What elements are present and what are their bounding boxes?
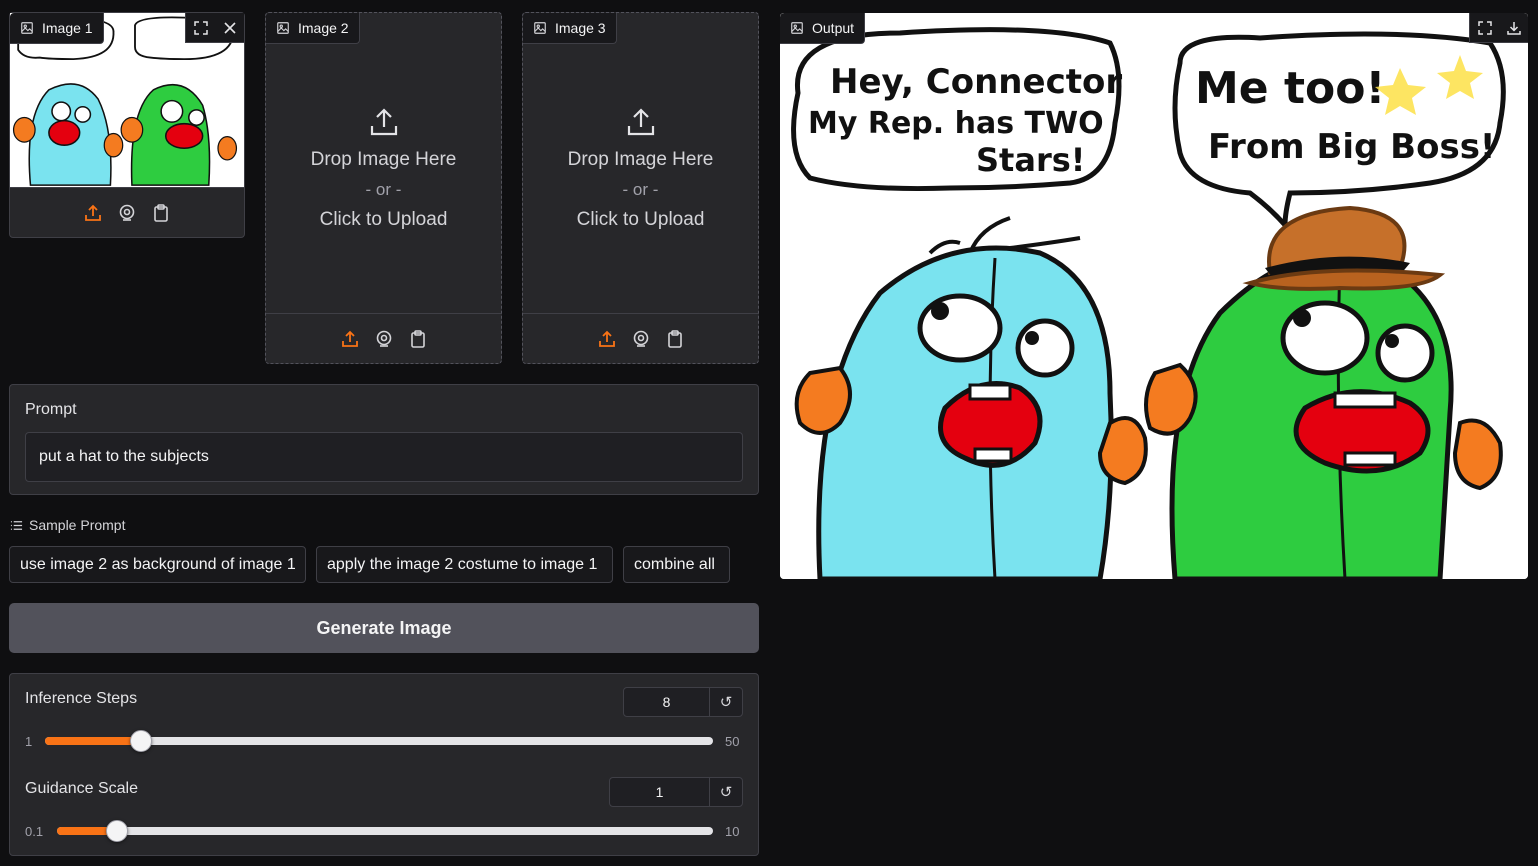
image3-source-bar [523, 313, 758, 363]
webcam-icon [376, 330, 391, 347]
image-icon [534, 22, 546, 34]
or-text: - or - [365, 180, 402, 199]
generate-image-button[interactable]: Generate Image [9, 603, 759, 653]
prompt-panel: Prompt put a hat to the subjects [9, 384, 759, 495]
image1-source-bar [10, 187, 244, 237]
inference-steps-fill [45, 737, 141, 745]
inference-steps-handle[interactable] [129, 730, 152, 752]
upload-icon [341, 330, 358, 347]
clipboard-source-button[interactable] [151, 203, 171, 223]
image-icon [277, 22, 289, 34]
image3-panel[interactable]: Image 3 Drop Image Here - or - Click to … [522, 12, 759, 364]
fullscreen-icon [193, 20, 208, 35]
output-label-tag: Output [780, 13, 866, 44]
inference-steps-min: 1 [25, 734, 33, 749]
clear-image-button[interactable] [215, 13, 244, 42]
upload-icon [598, 330, 615, 347]
drop-text: Drop Image Here [567, 149, 714, 170]
guidance-scale-number: 1 ↺ [609, 777, 743, 807]
output-tools [1469, 13, 1528, 43]
image2-panel[interactable]: Image 2 Drop Image Here - or - Click to … [265, 12, 502, 364]
left-bubble-line1: Hey, Connector [830, 62, 1122, 102]
prompt-label: Prompt [25, 401, 77, 418]
image2-label-tag: Image 2 [266, 13, 360, 44]
image1-label: Image 1 [42, 20, 93, 36]
upload-icon [370, 108, 397, 136]
sample-prompt-combine[interactable]: combine all [623, 546, 730, 583]
fullscreen-icon [1477, 20, 1492, 35]
image1-label-tag: Image 1 [10, 13, 104, 44]
clipboard-source-button[interactable] [408, 329, 428, 349]
inference-steps-label: Inference Steps [25, 690, 138, 707]
inference-steps-number: 8 ↺ [623, 687, 743, 717]
left-bubble-line2: My Rep. has TWO [808, 106, 1104, 141]
fullscreen-button[interactable] [186, 13, 215, 42]
output-comic-illustration: Hey, Connector My Rep. has TWO Stars! Me… [780, 13, 1528, 579]
settings-panel: Inference Steps 8 ↺ 1 50 Guidance Scale … [9, 673, 759, 856]
clipboard-icon [667, 329, 682, 348]
upload-source-button[interactable] [340, 329, 360, 349]
right-bubble-line1: Me too! [1195, 63, 1386, 114]
sample-prompt-costume[interactable]: apply the image 2 costume to image 1 [316, 546, 613, 583]
drop-text: Drop Image Here [310, 149, 457, 170]
webcam-source-button[interactable] [117, 203, 137, 223]
sample-prompt-title: Sample Prompt [29, 517, 126, 533]
image3-dropzone[interactable]: Drop Image Here - or - Click to Upload [523, 105, 758, 235]
guidance-scale-handle[interactable] [105, 820, 128, 842]
sample-prompt-header: Sample Prompt [10, 517, 125, 533]
webcam-icon [633, 330, 648, 347]
image3-label-tag: Image 3 [523, 13, 617, 44]
inference-steps-slider[interactable] [45, 730, 713, 752]
guidance-scale-label: Guidance Scale [25, 780, 138, 797]
output-label: Output [812, 20, 855, 36]
image2-label: Image 2 [298, 20, 349, 36]
upload-source-button[interactable] [597, 329, 617, 349]
reset-icon: ↺ [719, 694, 733, 711]
output-image[interactable]: Output Hey, Connector My Rep. has TWO St… [780, 13, 1528, 579]
image3-label: Image 3 [555, 20, 606, 36]
upload-icon [85, 204, 101, 221]
prompt-input[interactable]: put a hat to the subjects [25, 432, 743, 482]
right-bubble-line2: From Big Boss! [1208, 127, 1495, 167]
click-upload-text: Click to Upload [319, 209, 448, 230]
webcam-icon [119, 204, 135, 221]
image1-tools [185, 13, 244, 43]
left-bubble-line3: Stars! [976, 141, 1085, 179]
webcam-source-button[interactable] [631, 329, 651, 349]
inference-steps-input[interactable]: 8 [624, 688, 710, 716]
image2-source-bar [266, 313, 501, 363]
download-icon [1506, 21, 1521, 35]
clipboard-icon [410, 329, 425, 348]
upload-source-button[interactable] [83, 203, 103, 223]
guidance-scale-slider[interactable] [57, 820, 713, 842]
guidance-scale-input[interactable]: 1 [610, 778, 710, 806]
inference-steps-reset-button[interactable]: ↺ [710, 688, 742, 716]
sample-prompt-background[interactable]: use image 2 as background of image 1 [9, 546, 306, 583]
guidance-scale-min: 0.1 [25, 824, 44, 839]
image-icon [791, 22, 803, 34]
inference-steps-max: 50 [725, 734, 740, 749]
image2-dropzone[interactable]: Drop Image Here - or - Click to Upload [266, 105, 501, 235]
list-icon [10, 520, 23, 530]
webcam-source-button[interactable] [374, 329, 394, 349]
close-icon [223, 21, 236, 34]
clipboard-source-button[interactable] [665, 329, 685, 349]
guidance-scale-reset-button[interactable]: ↺ [710, 778, 742, 806]
guidance-scale-max: 10 [725, 824, 740, 839]
image-icon [21, 22, 33, 34]
image1-panel: Image 1 [9, 12, 245, 238]
output-fullscreen-button[interactable] [1470, 13, 1499, 42]
upload-icon [627, 108, 654, 136]
click-upload-text: Click to Upload [576, 209, 705, 230]
output-download-button[interactable] [1499, 13, 1528, 42]
reset-icon: ↺ [719, 784, 733, 801]
clipboard-icon [154, 203, 168, 222]
or-text: - or - [622, 180, 659, 199]
